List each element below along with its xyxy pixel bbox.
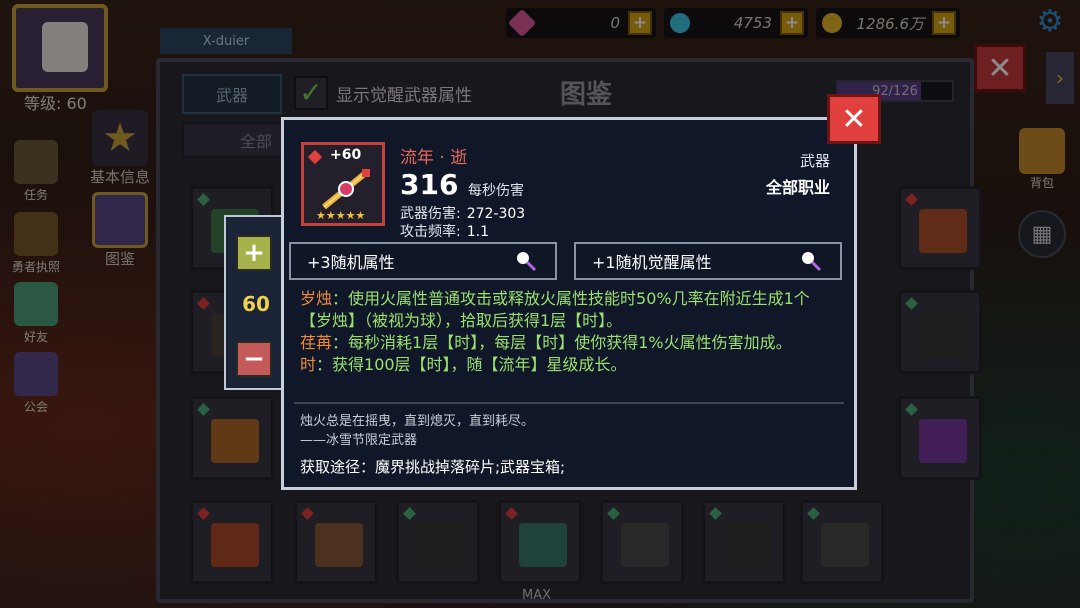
stat-value: 1.1 [466, 224, 489, 240]
level-value: 60 [242, 292, 270, 316]
stat-label: 攻击频率: [400, 224, 461, 240]
rarity-gem-icon [307, 149, 323, 165]
effect-text: ：获得100层【时】，随【流年】星级成长。 [316, 355, 627, 374]
weapon-class: 全部职业 [765, 178, 830, 197]
button-label: +1随机觉醒属性 [592, 253, 712, 272]
effect-text: ：使用火属性普通攻击或释放火属性技能时50%几率在附近生成1个【岁烛】（被视为球… [300, 289, 810, 330]
awaken-attribute-button[interactable]: +1随机觉醒属性 [574, 242, 842, 280]
level-stepper: + 60 − [224, 215, 286, 390]
effect-line: 时：获得100层【时】，随【流年】星级成长。 [300, 354, 840, 376]
weapon-name: 流年 · 逝 [400, 148, 468, 168]
dps-value: 316 [400, 168, 459, 201]
weapon-portrait: +60 ★★★★★ [301, 142, 385, 226]
increase-level-button[interactable]: + [236, 235, 272, 271]
weapon-effects: 岁烛：使用火属性普通攻击或释放火属性技能时50%几率在附近生成1个【岁烛】（被视… [300, 288, 840, 376]
stat-value: 272-303 [466, 206, 526, 222]
weapon-damage-stat: 武器伤害: 272-303 [400, 203, 525, 223]
magnifier-icon [802, 252, 822, 272]
weapon-lore: 烛火总是在摇曳，直到熄灭，直到耗尽。 [300, 414, 535, 429]
weapon-sprite-icon [322, 168, 370, 210]
close-popup-button[interactable]: ✕ [827, 94, 881, 144]
star-rating: ★★★★★ [316, 209, 366, 222]
effect-text: ：每秒消耗1层【时】，每层【时】使你获得1%火属性伤害加成。 [332, 333, 792, 352]
effect-keyword: 荏苒 [300, 333, 333, 352]
weapon-lore-note: ——冰雪节限定武器 [300, 433, 418, 448]
weapon-plus-level: +60 [330, 147, 362, 163]
effect-line: 岁烛：使用火属性普通攻击或释放火属性技能时50%几率在附近生成1个【岁烛】（被视… [300, 288, 840, 332]
dps-label: 每秒伤害 [468, 183, 524, 199]
decrease-level-button[interactable]: − [236, 341, 272, 377]
divider [294, 402, 844, 404]
effect-keyword: 岁烛 [300, 289, 333, 308]
button-label: +3随机属性 [307, 253, 395, 272]
magnifier-icon [517, 252, 537, 272]
effect-line: 荏苒：每秒消耗1层【时】，每层【时】使你获得1%火属性伤害加成。 [300, 332, 840, 354]
stat-label: 武器伤害: [400, 206, 461, 222]
effect-keyword: 时 [300, 355, 317, 374]
weapon-type: 武器 [799, 152, 830, 170]
random-attribute-button[interactable]: +3随机属性 [289, 242, 557, 280]
weapon-detail-popup: +60 ★★★★★ 流年 · 逝 316 每秒伤害 武器伤害: 272-303 攻… [281, 117, 857, 490]
attack-rate-stat: 攻击频率: 1.1 [400, 221, 489, 241]
acquisition-source: 获取途径：魔界挑战掉落碎片;武器宝箱; [300, 458, 566, 476]
